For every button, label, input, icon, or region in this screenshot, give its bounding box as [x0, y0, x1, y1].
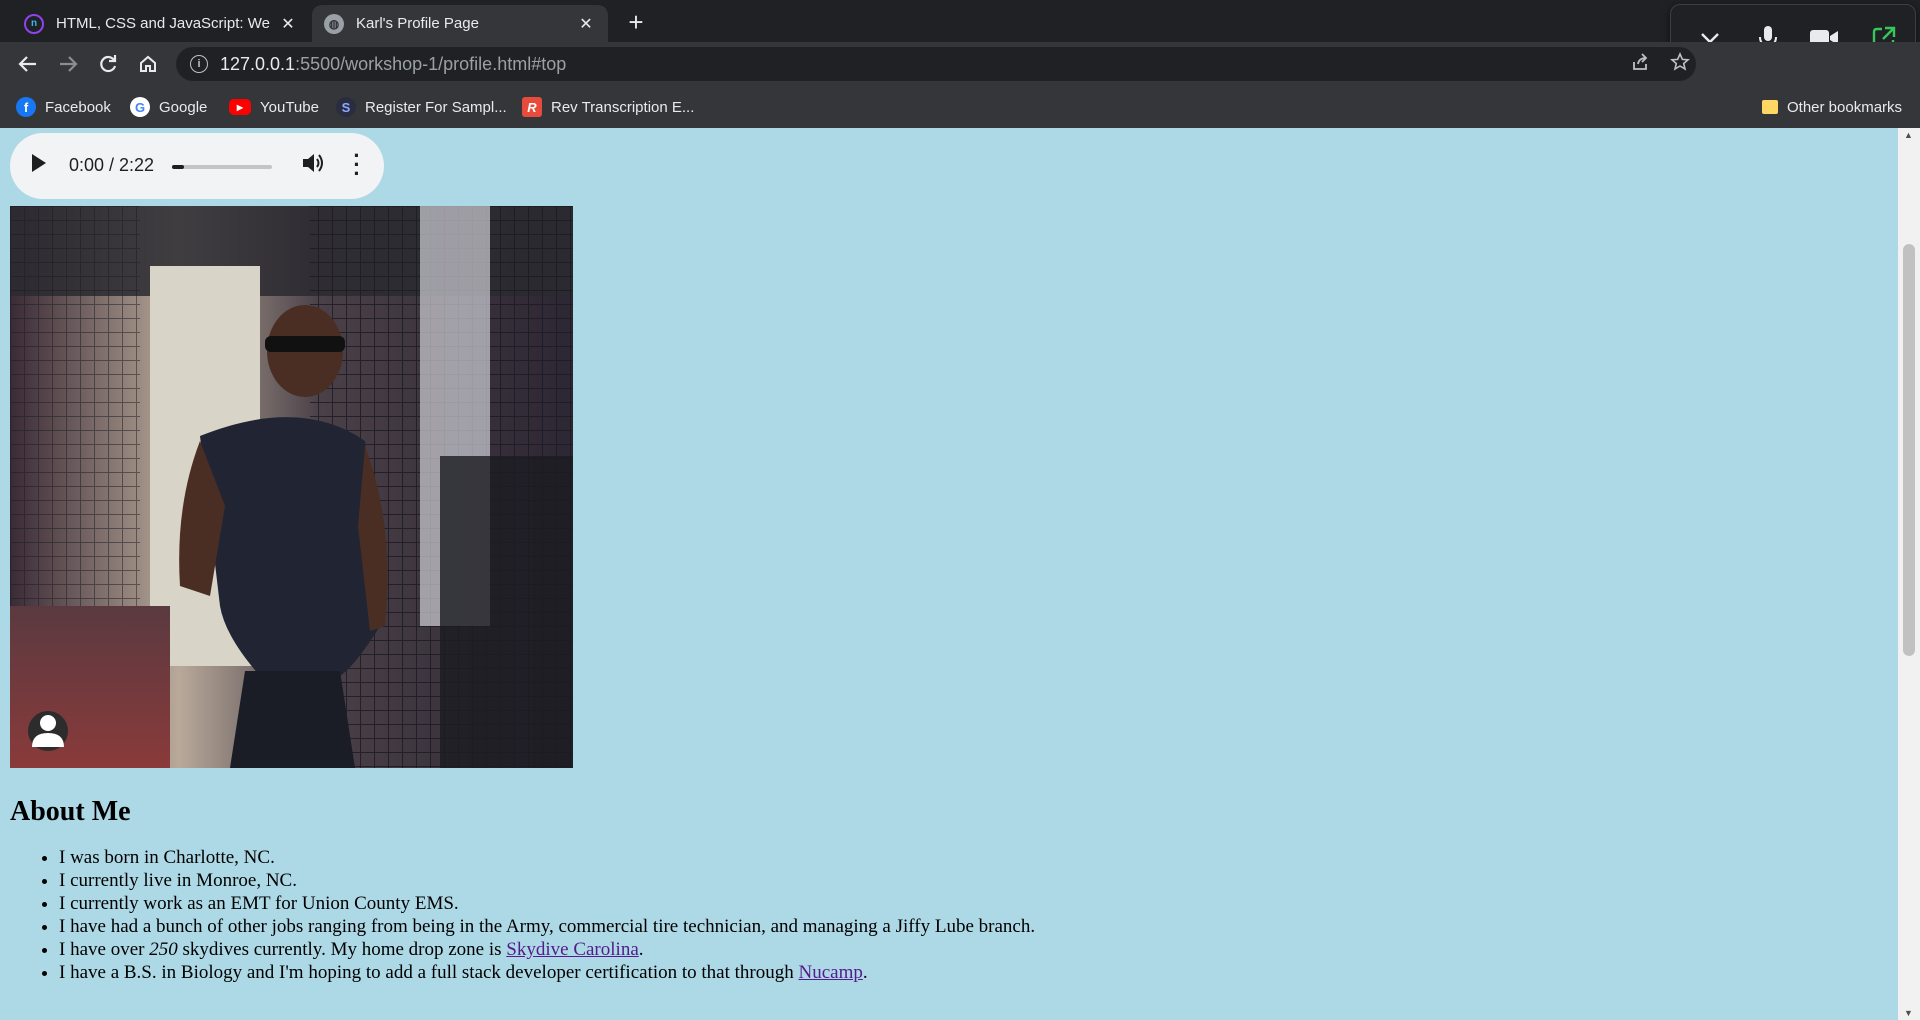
forward-icon[interactable]: [52, 48, 84, 80]
back-icon[interactable]: [12, 48, 44, 80]
page-viewport: 0:00 / 2:22 · · · About Me • I was born …: [0, 128, 1898, 1020]
bookmark-label: Facebook: [45, 98, 111, 116]
audio-time: 0:00 / 2:22: [69, 155, 155, 175]
bookmark-register[interactable]: S Register For Sampl...: [336, 94, 507, 120]
bookmark-label: Rev Transcription E...: [551, 98, 695, 116]
about-list: I was born in Charlotte, NC. I currently…: [10, 846, 1610, 984]
about-heading: About Me: [10, 796, 131, 827]
volume-icon[interactable]: [300, 150, 326, 176]
bookmark-google[interactable]: G Google: [130, 94, 207, 120]
audio-player[interactable]: 0:00 / 2:22 · · ·: [10, 133, 384, 199]
address-bar[interactable]: i 127.0.0.1:5500/workshop-1/profile.html…: [176, 47, 1696, 81]
rev-icon: R: [522, 97, 542, 117]
close-icon[interactable]: ✕: [278, 14, 298, 34]
tab-nucamp-course[interactable]: n HTML, CSS and JavaScript: Week ✕: [12, 5, 310, 42]
item-text: I have a B.S. in Biology and I'm hoping …: [59, 962, 799, 983]
profile-photo: [10, 206, 573, 768]
bookmark-rev[interactable]: R Rev Transcription E...: [522, 94, 694, 120]
list-item: I have a B.S. in Biology and I'm hoping …: [59, 961, 1610, 984]
url-path: :5500/workshop-1/profile.html#top: [295, 53, 567, 74]
bookmark-label: Google: [159, 98, 208, 116]
play-icon[interactable]: [32, 154, 46, 172]
list-item: I currently live in Monroe, NC.: [59, 869, 1610, 892]
item-text: .: [638, 939, 644, 960]
browser-toolbar: i 127.0.0.1:5500/workshop-1/profile.html…: [0, 42, 1920, 86]
list-item: I was born in Charlotte, NC.: [59, 846, 1610, 869]
info-icon[interactable]: i: [190, 55, 208, 73]
bookmark-star-icon[interactable]: [1670, 52, 1690, 78]
scrollbar-thumb[interactable]: [1903, 244, 1915, 656]
item-text: I have over: [59, 939, 150, 960]
url-host: 127.0.0.1: [220, 53, 296, 74]
facebook-icon: f: [16, 97, 36, 117]
more-options-icon[interactable]: · · ·: [350, 145, 364, 185]
page-scrollbar[interactable]: ▲ ▼: [1898, 128, 1920, 1020]
item-text: skydives currently. My home drop zone is: [177, 939, 507, 960]
audio-progress: [172, 165, 184, 169]
user-icon: [28, 711, 68, 751]
nucamp-icon: n: [24, 13, 44, 34]
share-icon[interactable]: [1630, 52, 1650, 78]
about-section: About Me I was born in Charlotte, NC. I …: [10, 796, 1610, 984]
home-icon[interactable]: [132, 48, 164, 80]
youtube-icon: ▶: [229, 99, 251, 115]
close-icon[interactable]: ✕: [576, 14, 596, 34]
bookmark-label: YouTube: [260, 98, 319, 116]
tab-strip: n HTML, CSS and JavaScript: Week ✕ ◍ Kar…: [0, 0, 1920, 42]
register-icon: S: [336, 97, 356, 117]
new-tab-button[interactable]: +: [620, 6, 652, 38]
other-bookmarks-label: Other bookmarks: [1787, 98, 1903, 116]
other-bookmarks[interactable]: Other bookmarks: [1762, 94, 1902, 120]
google-icon: G: [130, 97, 150, 117]
bookmarks-bar: f Facebook G Google ▶ YouTube S Register…: [0, 86, 1920, 128]
skydive-carolina-link[interactable]: Skydive Carolina: [506, 939, 638, 960]
reload-icon[interactable]: [92, 48, 124, 80]
skydive-count: 250: [149, 939, 178, 960]
list-item: I have had a bunch of other jobs ranging…: [59, 915, 1610, 938]
bookmark-youtube[interactable]: ▶ YouTube: [229, 94, 319, 120]
tab-title: Karl's Profile Page: [356, 15, 479, 32]
list-item: I currently work as an EMT for Union Cou…: [59, 892, 1610, 915]
nucamp-link[interactable]: Nucamp: [799, 962, 863, 983]
bookmark-facebook[interactable]: f Facebook: [16, 94, 111, 120]
globe-icon: ◍: [324, 13, 344, 34]
audio-seek-bar[interactable]: [172, 165, 272, 169]
tab-profile-page[interactable]: ◍ Karl's Profile Page ✕: [312, 5, 608, 42]
tab-title: HTML, CSS and JavaScript: Week: [56, 15, 270, 32]
bookmark-label: Register For Sampl...: [365, 98, 507, 116]
item-text: .: [862, 962, 868, 983]
scroll-up-icon[interactable]: ▲: [1904, 130, 1913, 140]
folder-icon: [1762, 100, 1778, 114]
list-item: I have over 250 skydives currently. My h…: [59, 938, 1610, 961]
scroll-down-icon[interactable]: ▼: [1904, 1008, 1913, 1018]
